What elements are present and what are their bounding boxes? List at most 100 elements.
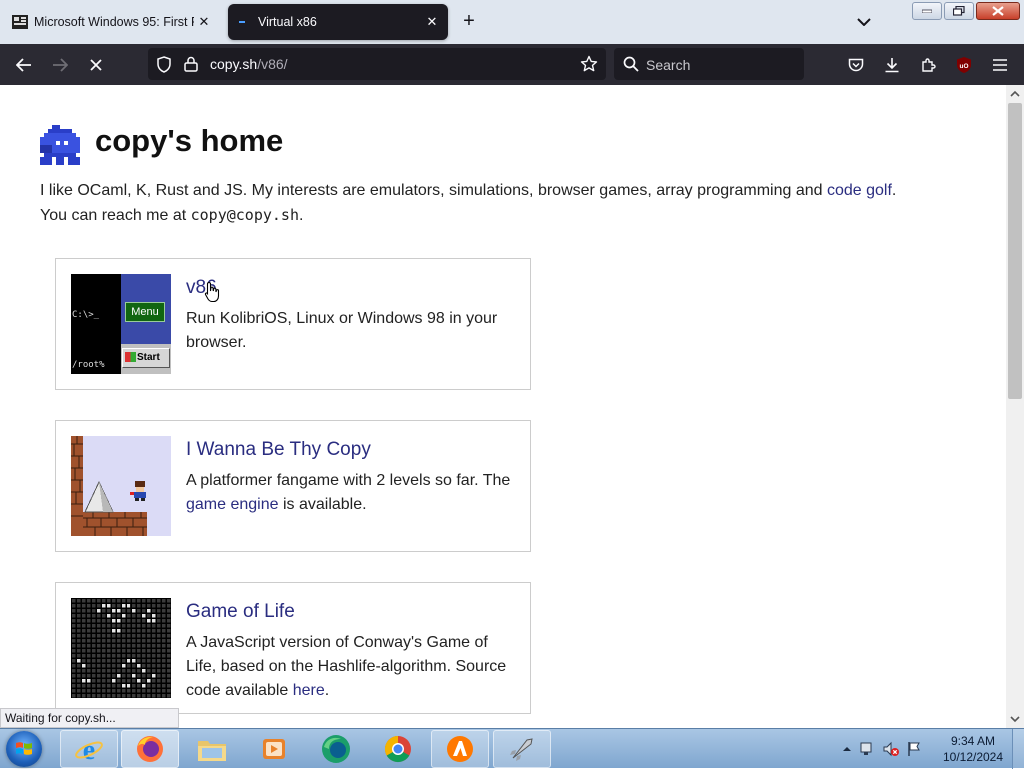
search-placeholder: Search	[646, 57, 691, 73]
downloads-button[interactable]	[880, 53, 904, 77]
contact-text: You can reach me at	[40, 207, 191, 224]
source-code-here-link[interactable]: here	[293, 682, 325, 699]
tab-title: Microsoft Windows 95: First Re	[34, 15, 194, 29]
taskbar-file-explorer[interactable]	[183, 730, 241, 768]
windows-logo-icon	[16, 742, 32, 755]
menu-button[interactable]	[988, 53, 1012, 77]
back-button[interactable]	[12, 53, 36, 77]
scroll-down-icon[interactable]	[1010, 714, 1020, 724]
game-of-life-description: A JavaScript version of Conway's Game of…	[186, 631, 516, 703]
gol-desc-end: .	[324, 682, 330, 699]
ublock-origin-icon: uO	[957, 57, 971, 73]
status-tooltip: Waiting for copy.sh...	[0, 708, 179, 728]
search-bar[interactable]: Search	[614, 48, 804, 80]
edge-browser-icon	[322, 735, 350, 763]
taskbar-rocket-app[interactable]	[493, 730, 551, 768]
v86-description: Run KolibriOS, Linux or Windows 98 in yo…	[186, 310, 498, 351]
puzzle-icon	[922, 58, 936, 72]
thumb-menu-button: Menu	[125, 302, 165, 322]
page-content: copy's home I like OCaml, K, Rust and JS…	[0, 85, 1006, 728]
lock-icon[interactable]	[184, 56, 198, 77]
project-card-v86[interactable]: C:\>_ /root% Menu Start v86 Run KolibriO…	[55, 258, 531, 390]
stop-button[interactable]	[84, 53, 108, 77]
minimize-button[interactable]	[912, 2, 942, 20]
url-text[interactable]: copy.sh/v86/	[210, 56, 288, 72]
folder-icon	[198, 741, 226, 761]
pocket-button[interactable]	[844, 53, 868, 77]
taskbar: e 9:34 AM 10/12/2024	[0, 728, 1024, 769]
taskbar-chrome[interactable]	[369, 730, 427, 768]
close-tab-icon[interactable]: ✕	[422, 12, 442, 32]
volume-muted-icon[interactable]	[882, 741, 900, 757]
show-hidden-icons-icon[interactable]	[842, 745, 852, 753]
rocket-icon	[510, 738, 533, 761]
taskbar-edge[interactable]	[307, 730, 365, 768]
taskbar-internet-explorer[interactable]: e	[60, 730, 118, 768]
intro-text-end: .	[891, 182, 897, 199]
taskbar-clock[interactable]: 9:34 AM 10/12/2024	[936, 733, 1010, 765]
chevron-down-icon	[857, 18, 871, 26]
page-title: copy's home	[95, 123, 284, 158]
forward-arrow-icon	[53, 58, 68, 72]
svg-text:e: e	[83, 735, 95, 764]
gol-desc-text: A JavaScript version of Conway's Game of…	[186, 634, 507, 699]
vertical-scrollbar[interactable]	[1006, 85, 1024, 728]
avast-icon	[447, 736, 473, 762]
close-tab-icon[interactable]: ✕	[194, 12, 214, 32]
scroll-up-icon[interactable]	[1010, 89, 1020, 99]
scrollbar-thumb[interactable]	[1008, 103, 1022, 399]
game-desc-end: is available.	[278, 496, 367, 513]
firefox-icon	[137, 736, 163, 762]
tab-title: Virtual x86	[258, 15, 317, 29]
pocket-icon	[848, 58, 864, 71]
download-icon	[885, 58, 899, 73]
taskbar-media-player[interactable]	[245, 730, 303, 768]
site-logo-icon	[40, 125, 80, 165]
extensions-button[interactable]	[916, 53, 940, 77]
tab-windows95[interactable]: Microsoft Windows 95: First Re ✕	[4, 4, 220, 40]
hamburger-menu-icon	[993, 59, 1007, 71]
list-all-tabs-button[interactable]	[853, 12, 875, 32]
svg-text:uO: uO	[959, 63, 968, 70]
show-desktop-button[interactable]	[1012, 729, 1024, 769]
back-arrow-icon	[16, 58, 31, 72]
code-golf-link[interactable]: code golf	[827, 182, 892, 199]
project-card-game-of-life[interactable]: Game of Life A JavaScript version of Con…	[55, 582, 531, 714]
search-icon	[623, 56, 639, 77]
thumb-dos-prompt: C:\>_	[72, 310, 100, 320]
ublock-button[interactable]: uO	[952, 53, 976, 77]
game-of-life-link[interactable]: Game of Life	[186, 601, 295, 623]
close-window-button[interactable]	[976, 2, 1020, 20]
game-thumbnail[interactable]	[71, 436, 171, 536]
address-bar[interactable]: copy.sh/v86/	[148, 48, 606, 80]
v86-thumbnail[interactable]: C:\>_ /root% Menu Start	[71, 274, 171, 374]
bookmark-star-icon[interactable]	[580, 55, 598, 78]
action-center-flag-icon[interactable]	[906, 741, 922, 757]
url-host: copy.sh	[210, 56, 258, 72]
restore-button[interactable]	[944, 2, 974, 20]
new-tab-button[interactable]: +	[458, 11, 480, 33]
hand-cursor-icon	[204, 281, 221, 308]
game-of-life-thumbnail[interactable]	[71, 598, 171, 698]
windows-logo-icon	[125, 352, 136, 362]
tab-virtual-x86[interactable]: Virtual x86 ✕	[228, 4, 448, 40]
game-engine-link[interactable]: game engine	[186, 496, 279, 513]
forward-button[interactable]	[48, 53, 72, 77]
game-description: A platformer fangame with 2 levels so fa…	[186, 469, 516, 517]
game-desc-text: A platformer fangame with 2 levels so fa…	[186, 472, 511, 489]
navigation-bar: copy.sh/v86/ Search uO	[0, 44, 1024, 85]
system-tray	[842, 735, 922, 763]
internet-explorer-icon: e	[75, 735, 103, 764]
start-button[interactable]	[6, 731, 42, 767]
project-card-i-wanna-be-thy-copy[interactable]: I Wanna Be Thy Copy A platformer fangame…	[55, 420, 531, 552]
loading-icon	[236, 14, 252, 30]
page-favicon-icon	[12, 14, 28, 30]
device-icon[interactable]	[858, 741, 876, 757]
shield-icon[interactable]	[156, 56, 172, 78]
stop-icon	[90, 59, 102, 71]
intro-paragraph: I like OCaml, K, Rust and JS. My interes…	[40, 179, 896, 228]
thumb-shell-prompt: /root%	[72, 360, 105, 370]
taskbar-avast[interactable]	[431, 730, 489, 768]
i-wanna-be-thy-copy-link[interactable]: I Wanna Be Thy Copy	[186, 439, 371, 461]
taskbar-firefox[interactable]	[121, 730, 179, 768]
